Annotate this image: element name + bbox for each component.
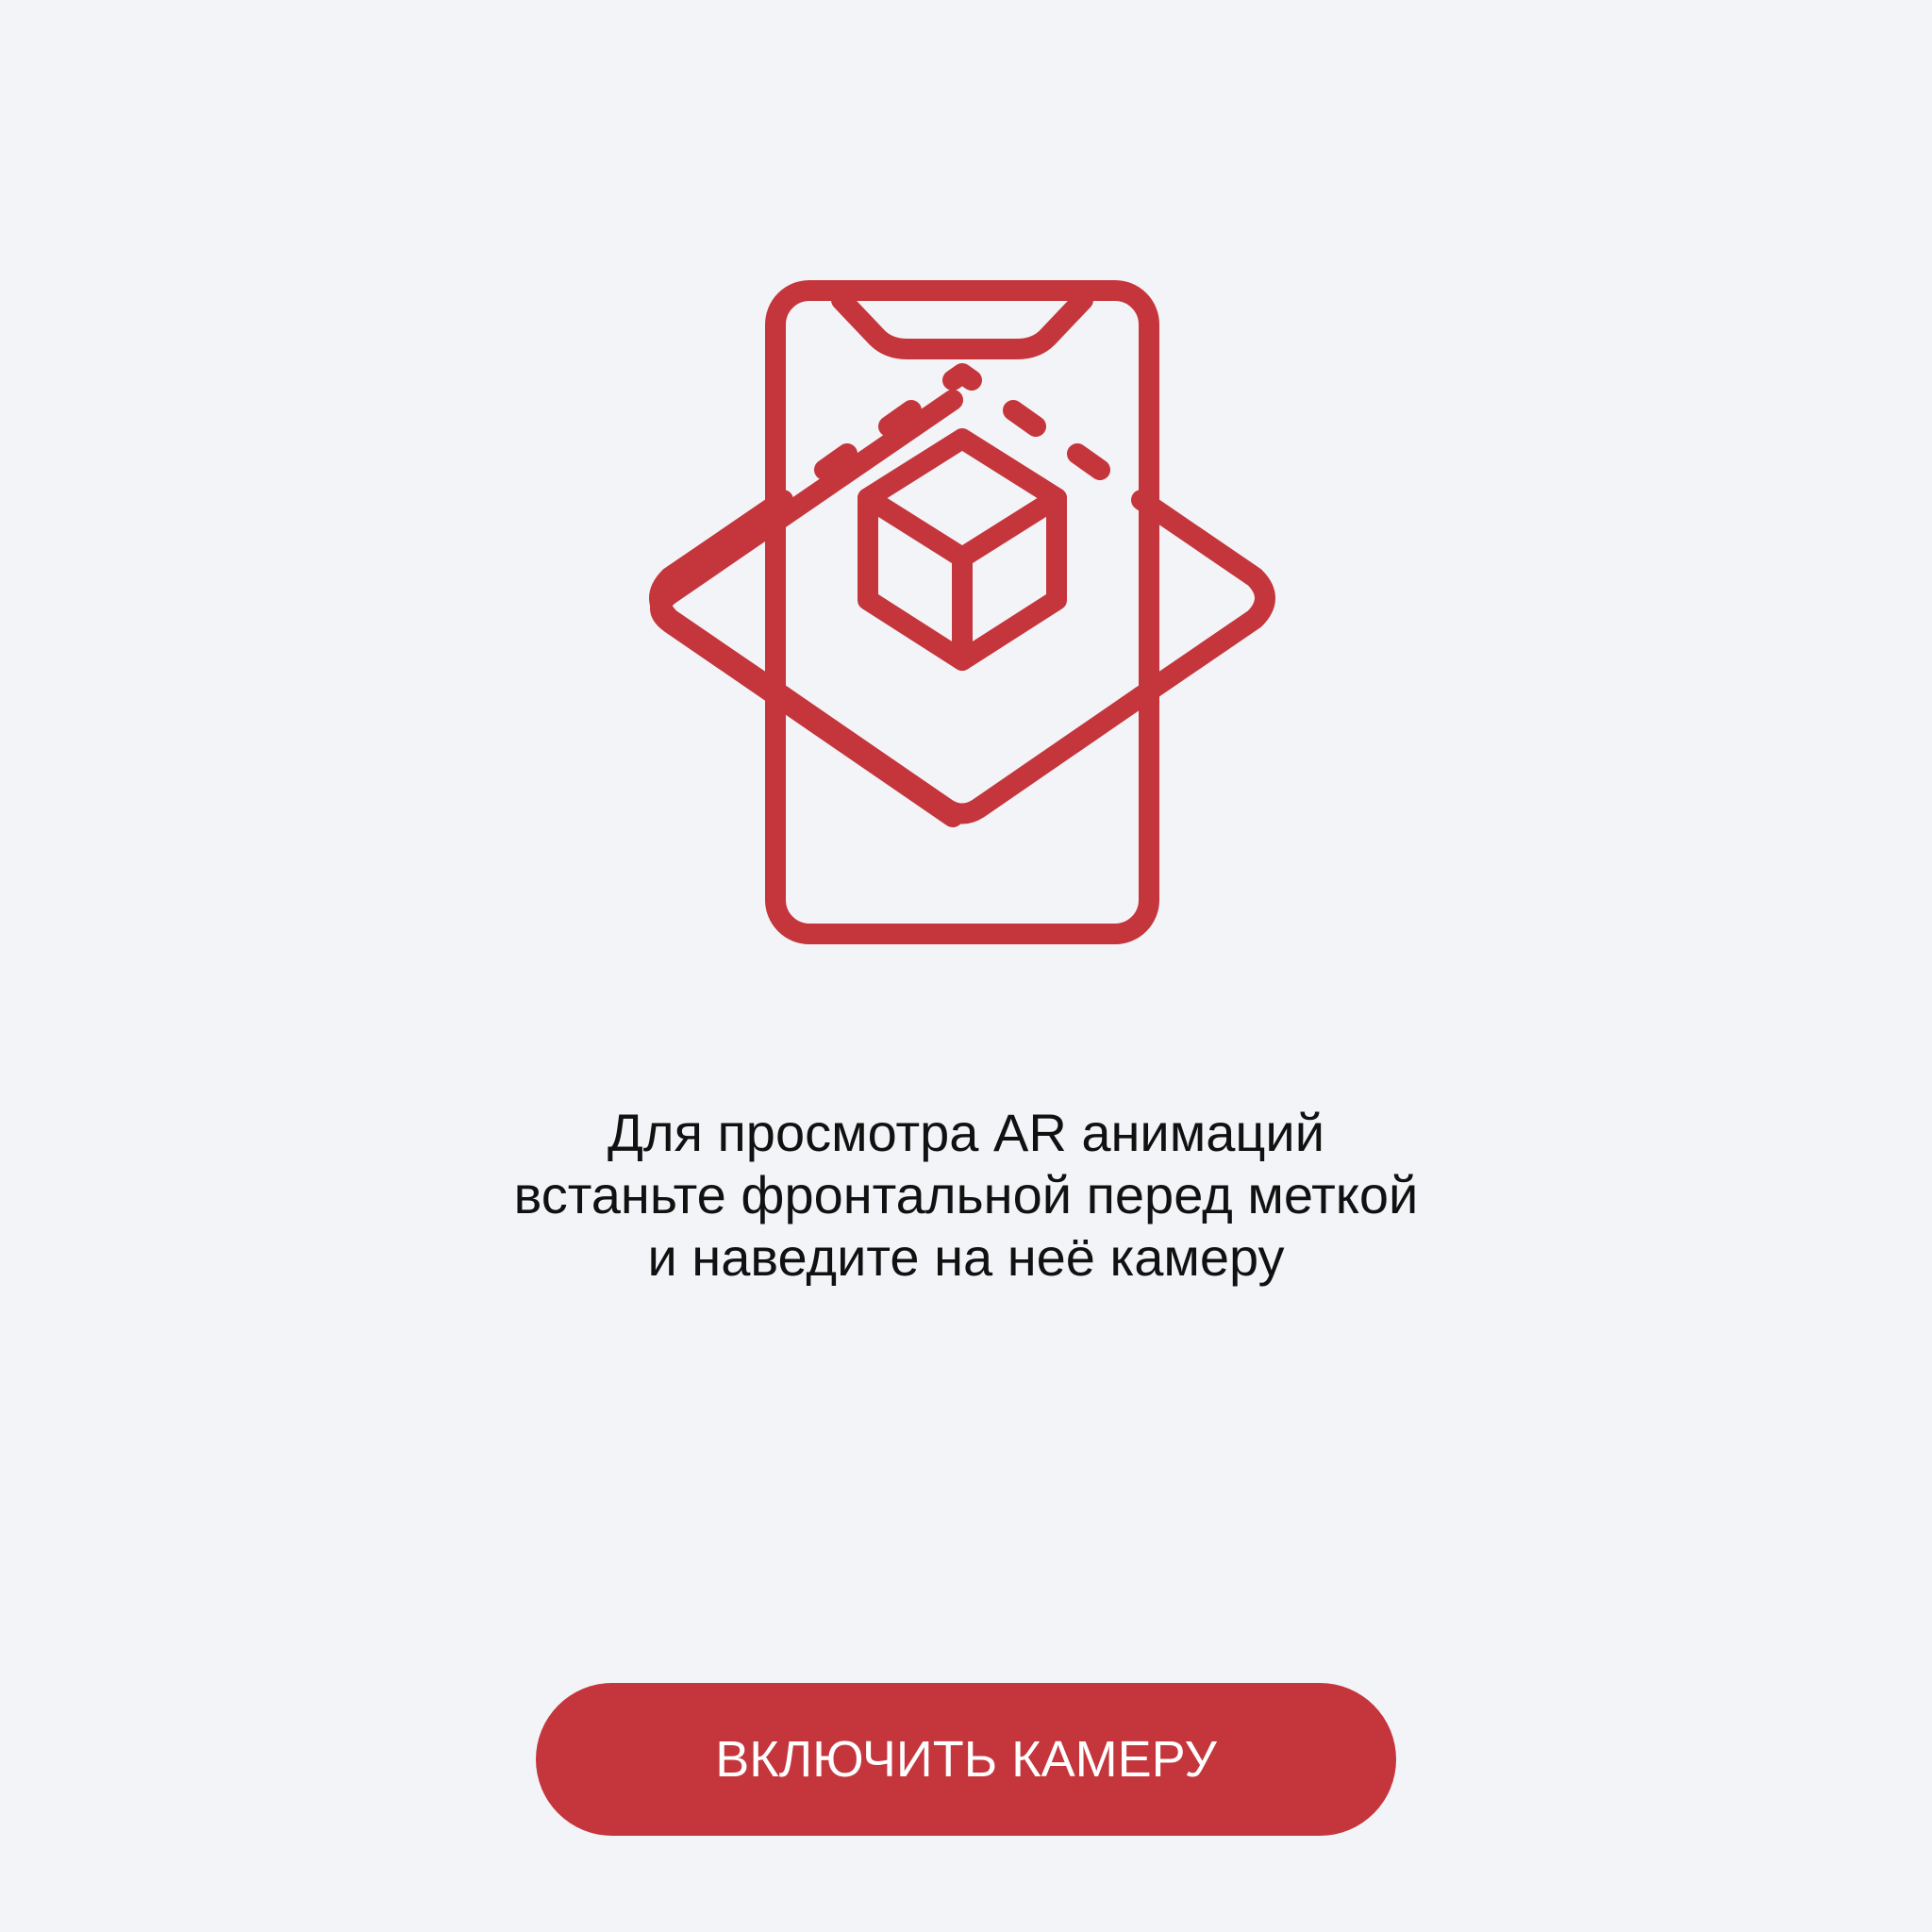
- ar-phone-cube-icon: [641, 274, 1283, 953]
- ar-onboarding-screen: Для просмотра AR анимаций встаньте фронт…: [0, 0, 1932, 1932]
- ar-plane-diamond-right: [1131, 490, 1275, 707]
- instruction-line-3: и наведите на неё камеру: [647, 1227, 1285, 1287]
- cube-top: [858, 428, 1067, 568]
- instruction-line-2: встаньте фронтальной перед меткой: [513, 1165, 1419, 1224]
- phone-notch: [831, 290, 1093, 359]
- dash-1: [814, 443, 858, 480]
- enable-camera-button[interactable]: ВКЛЮЧИТЬ КАМЕРУ: [536, 1683, 1396, 1836]
- ar-plane-diamond-bottom: [773, 686, 1152, 824]
- dash-2: [878, 400, 922, 437]
- dash-5: [1067, 443, 1110, 480]
- dash-4: [1003, 400, 1046, 437]
- instruction-line-1: Для просмотра AR анимаций: [608, 1103, 1324, 1162]
- dash-3: [942, 363, 982, 391]
- instruction-text: Для просмотра AR анимаций встаньте фронт…: [306, 1102, 1626, 1289]
- enable-camera-button-label: ВКЛЮЧИТЬ КАМЕРУ: [715, 1731, 1217, 1788]
